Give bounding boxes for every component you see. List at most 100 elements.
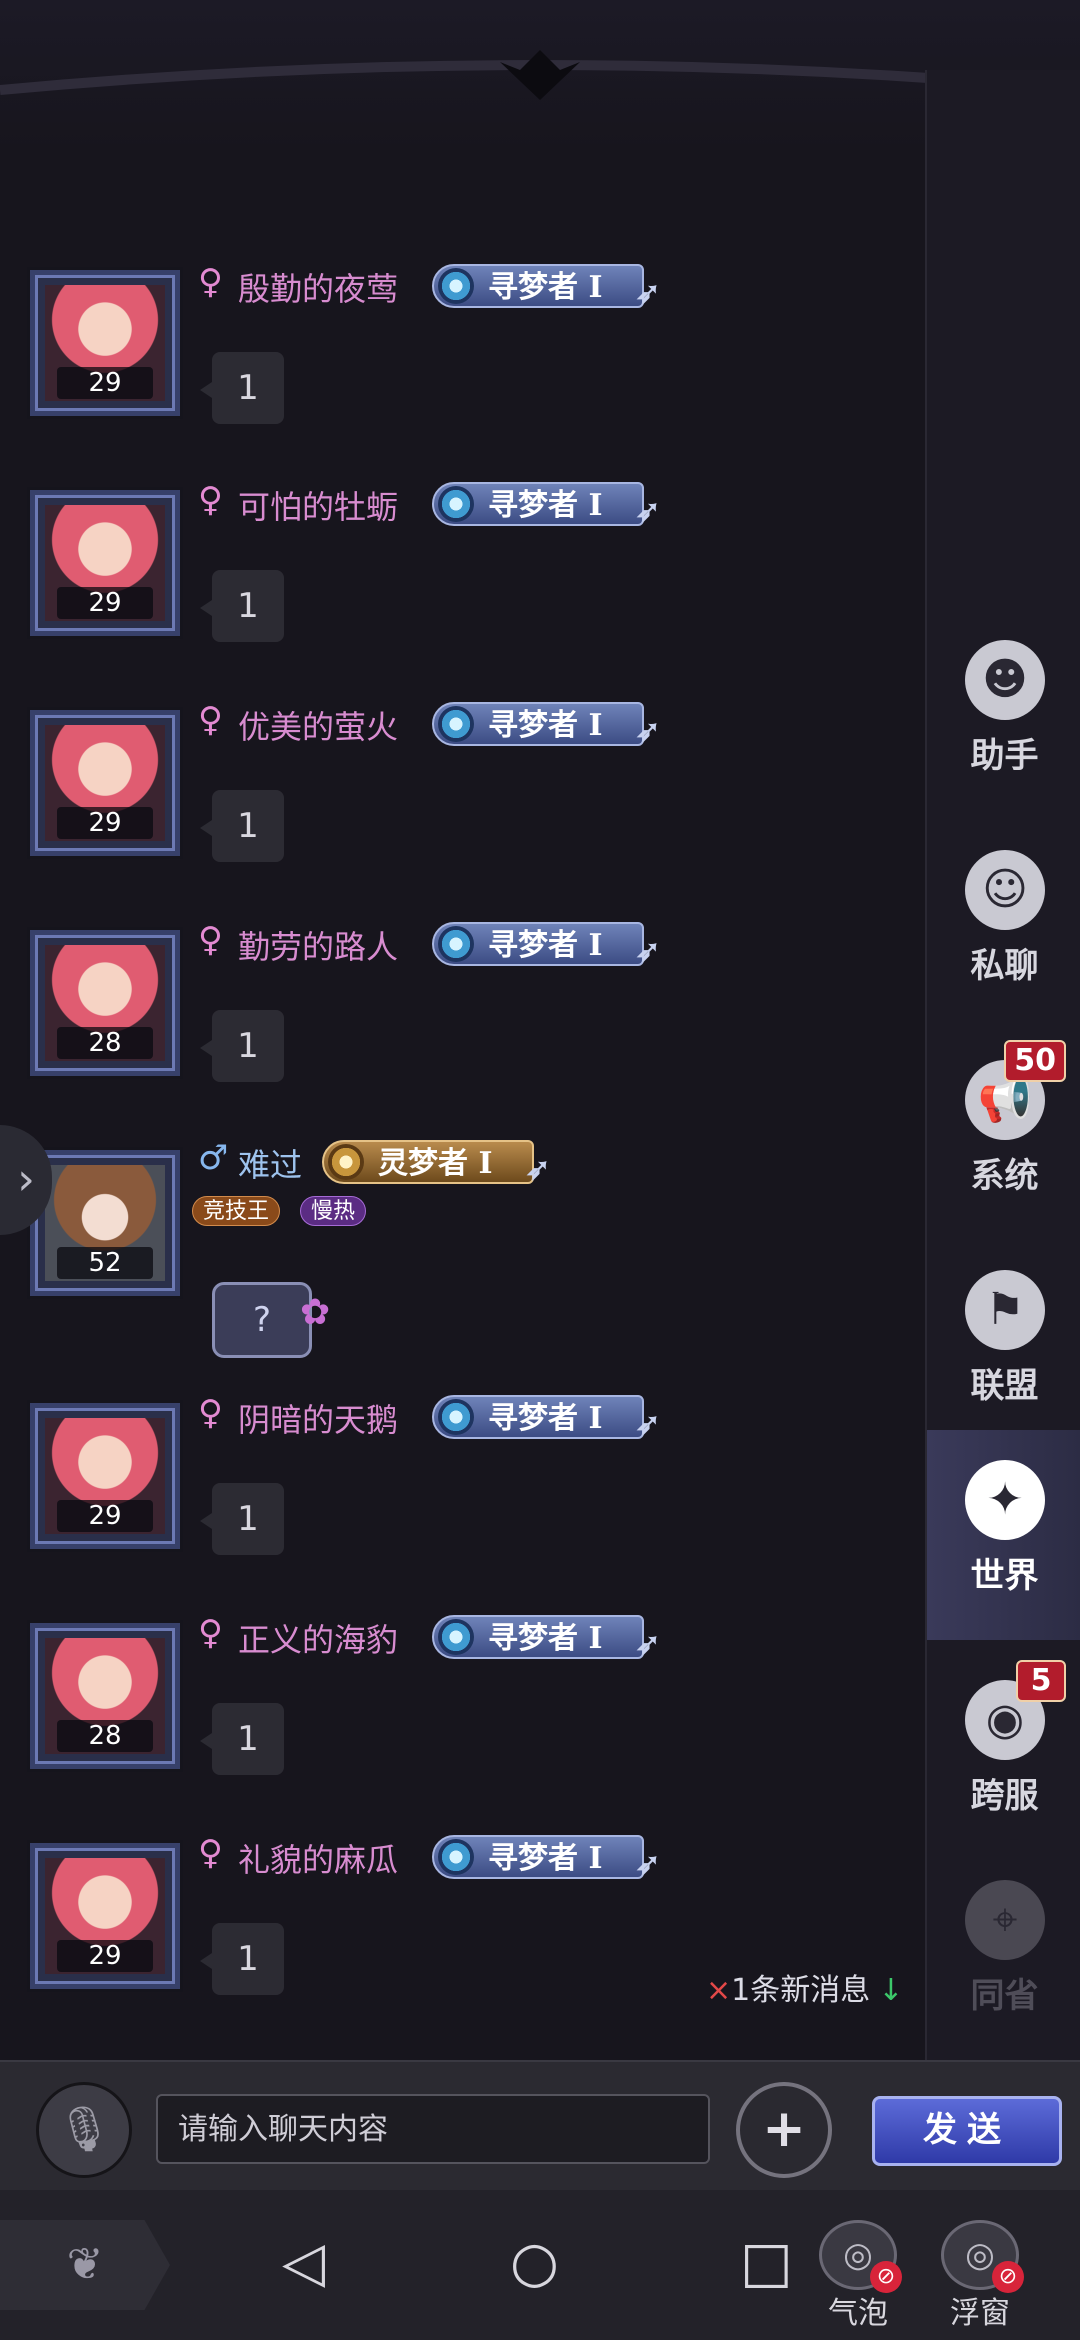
avatar-level: 29 xyxy=(57,1940,153,1972)
avatar[interactable]: 29 xyxy=(27,1400,183,1552)
channel-tab-world[interactable]: ✦ 世界 xyxy=(927,1430,1080,1640)
gold-emblem-icon xyxy=(328,1144,364,1180)
spiral-icon xyxy=(438,1399,474,1435)
recents-icon[interactable]: □ xyxy=(740,2230,793,2295)
unread-badge: 50 xyxy=(1004,1040,1066,1082)
male-icon: ♂ xyxy=(198,1138,229,1178)
wing-icon: ➶ xyxy=(635,276,661,311)
message-bubble[interactable]: 1 xyxy=(200,1923,284,1995)
dismiss-icon[interactable]: × xyxy=(706,1973,731,2008)
username[interactable]: 礼貌的麻瓜 xyxy=(238,1835,398,1881)
spiral-icon xyxy=(438,1619,474,1655)
spiral-icon xyxy=(438,486,474,522)
message-bubble[interactable]: 1 xyxy=(200,1483,284,1555)
spiral-icon xyxy=(438,706,474,742)
wing-icon: ➶ xyxy=(525,1152,551,1187)
send-button[interactable]: 发送 xyxy=(872,2096,1062,2166)
avatar[interactable]: 29 xyxy=(27,1840,183,1992)
female-icon: ♀ xyxy=(198,1833,223,1873)
channel-tab-private[interactable]: ☺ 私聊 xyxy=(927,820,1080,1030)
system-navigation-bar: ❦ ◁ ○ □ ◎ ⊘ 气泡 ◎ ⊘ 浮窗 xyxy=(0,2190,1080,2340)
avatar-level: 28 xyxy=(57,1720,153,1752)
wing-icon: ➶ xyxy=(635,1847,661,1882)
spiral-icon xyxy=(438,926,474,962)
new-message-text: 1条新消息 xyxy=(731,1973,871,2008)
channel-sidebar: ☻ 助手 ☺ 私聊 📢 系统 50 ⚑ 联盟 ✦ 世界 ◉ 跨服 5 ⌖ 同省 xyxy=(925,70,1080,2060)
channel-tab-alliance[interactable]: ⚑ 联盟 xyxy=(927,1240,1080,1450)
avatar[interactable]: 29 xyxy=(27,487,183,639)
game-logo-icon[interactable]: ❦ xyxy=(0,2220,170,2310)
channel-tab-assistant[interactable]: ☻ 助手 xyxy=(927,610,1080,820)
new-message-notice[interactable]: ×1条新消息 ↓ xyxy=(706,1965,903,2009)
avatar-level: 29 xyxy=(57,367,153,399)
message-bubble[interactable]: 1 xyxy=(200,1010,284,1082)
bubble-icon: ◎ ⊘ xyxy=(819,2220,902,2293)
microphone-icon[interactable]: 🎙 xyxy=(36,2082,132,2178)
rank-badge: 寻梦者 I ➶ xyxy=(432,482,660,529)
avatar[interactable]: 29 xyxy=(27,707,183,859)
channel-tab-system[interactable]: 📢 系统 50 xyxy=(927,1030,1080,1240)
female-icon: ♀ xyxy=(198,480,223,520)
disabled-icon: ⊘ xyxy=(870,2261,902,2293)
avatar-level: 28 xyxy=(57,1027,153,1059)
spiral-icon xyxy=(438,1839,474,1875)
chat-input[interactable] xyxy=(156,2094,710,2164)
avatar[interactable]: 28 xyxy=(27,1620,183,1772)
rank-badge: 寻梦者 I ➶ xyxy=(432,1835,660,1882)
channel-tab-cross-server[interactable]: ◉ 跨服 5 xyxy=(927,1650,1080,1860)
channel-tab-province[interactable]: ⌖ 同省 xyxy=(927,1850,1080,2060)
avatar[interactable]: 28 xyxy=(27,927,183,1079)
username[interactable]: 难过 xyxy=(238,1140,302,1186)
female-icon: ♀ xyxy=(198,1613,223,1653)
float-window-icon: ◎ ⊘ xyxy=(941,2220,1024,2293)
username[interactable]: 优美的萤火 xyxy=(238,702,398,748)
rose-icon: ✿ xyxy=(300,1292,331,1333)
bubble-toggle[interactable]: ◎ ⊘ 气泡 xyxy=(808,2220,908,2332)
alliance-banner-icon: ⚑ xyxy=(965,1270,1045,1350)
home-icon[interactable]: ○ xyxy=(510,2230,559,2295)
assistant-icon: ☻ xyxy=(965,640,1045,720)
add-emoji-button[interactable]: + xyxy=(736,2082,832,2178)
username[interactable]: 可怕的牡蛎 xyxy=(238,482,398,528)
female-icon: ♀ xyxy=(198,262,223,302)
arrow-down-icon: ↓ xyxy=(878,1973,904,2008)
top-ornament-frame xyxy=(0,0,1080,150)
message-bubble[interactable]: 1 xyxy=(200,570,284,642)
rank-badge: 灵梦者 I ➶ xyxy=(322,1140,550,1187)
message-bubble[interactable]: 1 xyxy=(200,790,284,862)
back-icon[interactable]: ◁ xyxy=(282,2230,325,2295)
wing-icon: ➶ xyxy=(635,1627,661,1662)
rank-badge: 寻梦者 I ➶ xyxy=(432,922,660,969)
disabled-icon: ⊘ xyxy=(992,2261,1024,2293)
title-tag: 慢热 xyxy=(300,1196,367,1226)
world-compass-icon: ✦ xyxy=(965,1460,1045,1540)
wing-icon: ➶ xyxy=(635,494,661,529)
female-icon: ♀ xyxy=(198,700,223,740)
avatar[interactable]: 29 xyxy=(27,267,183,419)
message-bubble[interactable]: ? xyxy=(212,1282,312,1358)
rank-badge: 寻梦者 I ➶ xyxy=(432,1615,660,1662)
chat-input-bar: 🎙 + 发送 xyxy=(0,2060,1080,2190)
rank-badge: 寻梦者 I ➶ xyxy=(432,702,660,749)
title-tag: 竞技王 xyxy=(192,1196,281,1226)
avatar-level: 52 xyxy=(57,1247,153,1279)
rank-badge: 寻梦者 I ➶ xyxy=(432,264,660,311)
username[interactable]: 殷勤的夜莺 xyxy=(238,264,398,310)
avatar-level: 29 xyxy=(57,1500,153,1532)
world-chat-list[interactable]: 29 ♀ 殷勤的夜莺 寻梦者 I ➶ 1 29 ♀ 可怕的牡蛎 寻梦者 I ➶ 1 … xyxy=(0,150,925,2005)
avatar[interactable]: 52 xyxy=(27,1147,183,1299)
username[interactable]: 正义的海豹 xyxy=(238,1615,398,1661)
wing-icon: ➶ xyxy=(635,714,661,749)
unread-badge: 5 xyxy=(1016,1660,1066,1702)
message-bubble[interactable]: 1 xyxy=(200,1703,284,1775)
username[interactable]: 阴暗的天鹅 xyxy=(238,1395,398,1441)
avatar-level: 29 xyxy=(57,807,153,839)
private-chat-icon: ☺ xyxy=(965,850,1045,930)
username[interactable]: 勤劳的路人 xyxy=(238,922,398,968)
ornament-svg xyxy=(0,50,1080,100)
wing-icon: ➶ xyxy=(635,1407,661,1442)
message-bubble[interactable]: 1 xyxy=(200,352,284,424)
float-window-toggle[interactable]: ◎ ⊘ 浮窗 xyxy=(930,2220,1030,2332)
wing-icon: ➶ xyxy=(635,934,661,969)
spiral-icon xyxy=(438,268,474,304)
